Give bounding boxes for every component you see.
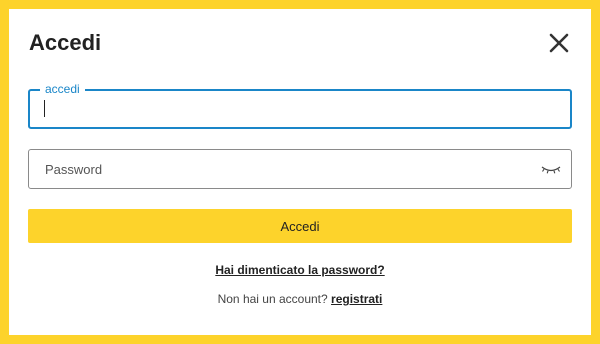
password-input[interactable]: [29, 150, 571, 188]
show-password-toggle[interactable]: [540, 163, 562, 177]
login-button[interactable]: Accedi: [28, 209, 572, 243]
close-button[interactable]: [548, 32, 570, 54]
eye-closed-icon: [541, 166, 561, 174]
username-input[interactable]: [30, 91, 570, 127]
register-link[interactable]: registrati: [331, 292, 382, 306]
username-label: accedi: [40, 81, 85, 97]
username-field: accedi: [28, 81, 572, 129]
register-prompt-text: Non hai un account?: [217, 292, 328, 306]
password-field: [28, 149, 572, 189]
forgot-password-link[interactable]: Hai dimenticato la password?: [9, 263, 591, 277]
login-modal: Accedi accedi Accedi Hai dimenticato la …: [9, 9, 591, 335]
register-prompt: Non hai un account? registrati: [9, 292, 591, 306]
close-icon: [549, 33, 569, 53]
modal-title: Accedi: [29, 30, 102, 55]
text-cursor: [44, 100, 45, 117]
